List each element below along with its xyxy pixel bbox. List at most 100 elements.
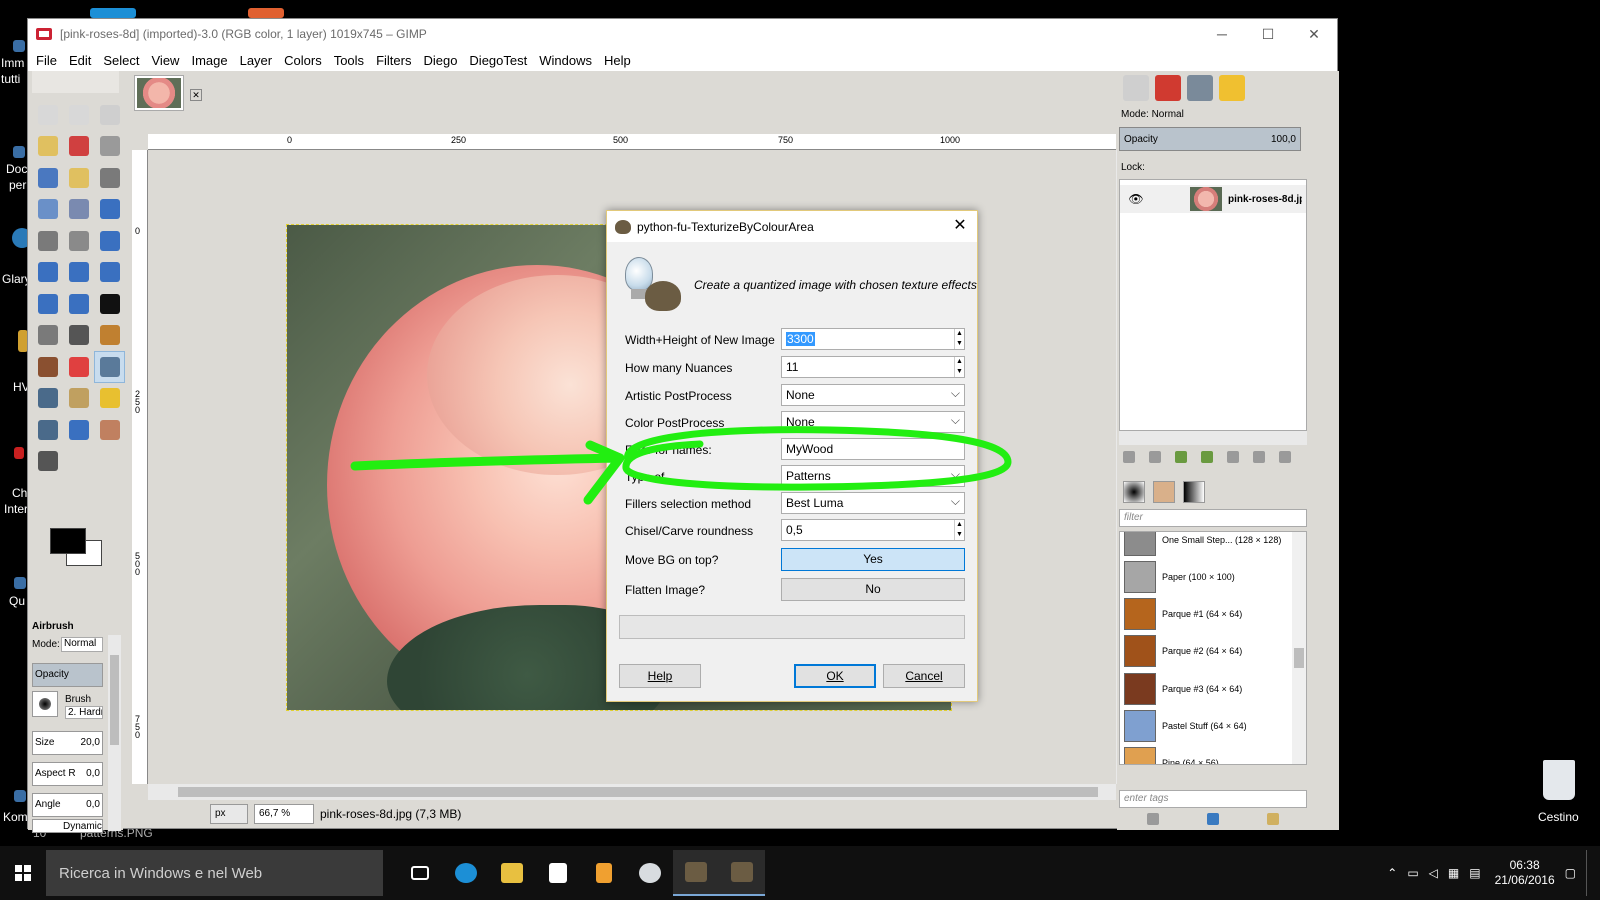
scroll-thumb[interactable]	[110, 655, 119, 745]
tool-button[interactable]	[94, 99, 125, 131]
tool-button[interactable]	[63, 257, 94, 289]
spin-arrows-icon[interactable]: ▲ ▼	[954, 357, 964, 377]
tool-button[interactable]	[32, 225, 63, 257]
layer-list-scrollbar[interactable]	[1119, 431, 1307, 445]
paths-tab-icon[interactable]	[1187, 75, 1213, 101]
image-tab[interactable]	[134, 75, 184, 111]
dialog-close-button[interactable]: ✕	[949, 215, 971, 237]
tool-button[interactable]	[63, 99, 94, 131]
tool-button[interactable]	[94, 257, 125, 289]
brushes-tab-icon[interactable]	[1123, 481, 1145, 503]
layer-opacity-slider[interactable]: Opacity 100,0	[1119, 127, 1301, 151]
tool-button[interactable]	[94, 225, 125, 257]
unit-select[interactable]: px	[210, 804, 248, 824]
move-bg-toggle[interactable]: Yes	[781, 548, 965, 571]
menu-select[interactable]: Select	[103, 53, 139, 68]
ok-button[interactable]: OK	[794, 664, 876, 688]
aspect-ratio-slider[interactable]: Aspect R 0,0	[32, 762, 103, 786]
taskbar-search[interactable]: Ricerca in Windows e nel Web	[46, 850, 383, 896]
pattern-item[interactable]: Pastel Stuff (64 × 64)	[1124, 709, 1304, 744]
app-icon[interactable]	[581, 850, 627, 896]
zoom-select[interactable]: 66,7 %	[254, 804, 314, 824]
artistic-postprocess-select[interactable]: None	[781, 384, 965, 406]
tool-button[interactable]	[94, 414, 125, 446]
desktop-app-icon[interactable]	[90, 8, 136, 18]
recycle-bin-icon[interactable]	[1543, 760, 1575, 800]
menu-diegotest[interactable]: DiegoTest	[469, 53, 527, 68]
volume-icon[interactable]: ◁	[1429, 866, 1438, 880]
minimize-button[interactable]: ─	[1199, 19, 1245, 49]
tool-button[interactable]	[32, 162, 63, 194]
foreground-color-swatch[interactable]	[50, 528, 86, 554]
open-pattern-folder-icon[interactable]	[1267, 813, 1279, 825]
tool-button[interactable]	[32, 194, 63, 226]
layers-tab-icon[interactable]	[1123, 75, 1149, 101]
spin-arrows-icon[interactable]: ▲ ▼	[954, 329, 964, 349]
tags-input[interactable]: enter tags	[1119, 790, 1307, 808]
tool-button[interactable]	[32, 383, 63, 415]
color-postprocess-select[interactable]: None	[781, 411, 965, 433]
tool-button[interactable]	[94, 320, 125, 352]
menu-image[interactable]: Image	[191, 53, 227, 68]
file-explorer-icon[interactable]	[489, 850, 535, 896]
desktop-shortcut-icon[interactable]	[13, 40, 25, 52]
gimp-dialog-taskbar-icon[interactable]	[719, 850, 765, 896]
tool-button[interactable]	[63, 225, 94, 257]
scroll-thumb[interactable]	[1294, 648, 1304, 668]
menu-layer[interactable]: Layer	[240, 53, 273, 68]
chevron-up-icon[interactable]: ⌃	[1387, 866, 1397, 880]
pattern-item[interactable]: Parque #3 (64 × 64)	[1124, 671, 1304, 706]
tool-button[interactable]	[63, 383, 94, 415]
menu-file[interactable]: File	[36, 53, 57, 68]
tool-button[interactable]	[32, 351, 63, 383]
desktop-shortcut-icon[interactable]	[14, 447, 24, 459]
desktop-app-icon[interactable]	[248, 8, 284, 18]
filter-names-input[interactable]: MyWood	[781, 438, 965, 460]
spin-arrows-icon[interactable]: ▲ ▼	[954, 520, 964, 540]
tool-button[interactable]	[94, 288, 125, 320]
pattern-item[interactable]: Parque #2 (64 × 64)	[1124, 634, 1304, 669]
tool-button[interactable]	[63, 194, 94, 226]
menu-view[interactable]: View	[152, 53, 180, 68]
gimp-taskbar-icon[interactable]	[673, 850, 719, 896]
network-icon[interactable]: ▦	[1448, 866, 1459, 880]
tool-button[interactable]	[94, 131, 125, 163]
tool-button[interactable]	[32, 446, 63, 478]
pattern-item[interactable]: Pine (64 × 56)	[1124, 746, 1304, 764]
new-layer-icon[interactable]	[1123, 451, 1135, 463]
tool-button[interactable]	[94, 351, 125, 383]
layer-mode-select[interactable]	[1151, 103, 1331, 121]
edge-browser-icon[interactable]	[443, 850, 489, 896]
start-button[interactable]	[0, 850, 46, 896]
close-button[interactable]: ✕	[1291, 19, 1337, 49]
keyboard-icon[interactable]: ▤	[1469, 866, 1480, 880]
tool-button[interactable]	[63, 320, 94, 352]
desktop-shortcut-icon[interactable]	[14, 790, 26, 802]
horizontal-scrollbar[interactable]	[148, 784, 1116, 800]
opacity-slider[interactable]: Opacity	[32, 663, 103, 687]
desktop-shortcut-icon[interactable]	[13, 146, 25, 158]
show-desktop-button[interactable]	[1586, 850, 1590, 896]
pattern-item[interactable]: Parque #1 (64 × 64)	[1124, 597, 1304, 632]
menu-diego[interactable]: Diego	[423, 53, 457, 68]
delete-layer-icon[interactable]	[1279, 451, 1291, 463]
mode-select[interactable]: Normal	[61, 637, 103, 652]
battery-icon[interactable]: ▭	[1407, 866, 1418, 880]
menu-filters[interactable]: Filters	[376, 53, 411, 68]
wilber-drop-zone[interactable]	[32, 71, 119, 93]
refresh-patterns-icon[interactable]	[1207, 813, 1219, 825]
tool-button[interactable]	[63, 414, 94, 446]
tool-button[interactable]	[63, 162, 94, 194]
tool-button[interactable]	[32, 99, 63, 131]
visibility-eye-icon[interactable]: 👁	[1128, 192, 1144, 206]
new-layer-group-icon[interactable]	[1149, 451, 1161, 463]
tool-button[interactable]	[63, 131, 94, 163]
tool-button[interactable]	[32, 257, 63, 289]
duplicate-layer-icon[interactable]	[1227, 451, 1239, 463]
tool-button[interactable]	[63, 288, 94, 320]
maximize-button[interactable]: ☐	[1245, 19, 1291, 49]
help-button[interactable]: Help	[619, 664, 701, 688]
menu-windows[interactable]: Windows	[539, 53, 592, 68]
width-height-input[interactable]: 3300 ▲ ▼	[781, 328, 965, 350]
clock[interactable]: 06:38 21/06/2016	[1495, 858, 1555, 888]
